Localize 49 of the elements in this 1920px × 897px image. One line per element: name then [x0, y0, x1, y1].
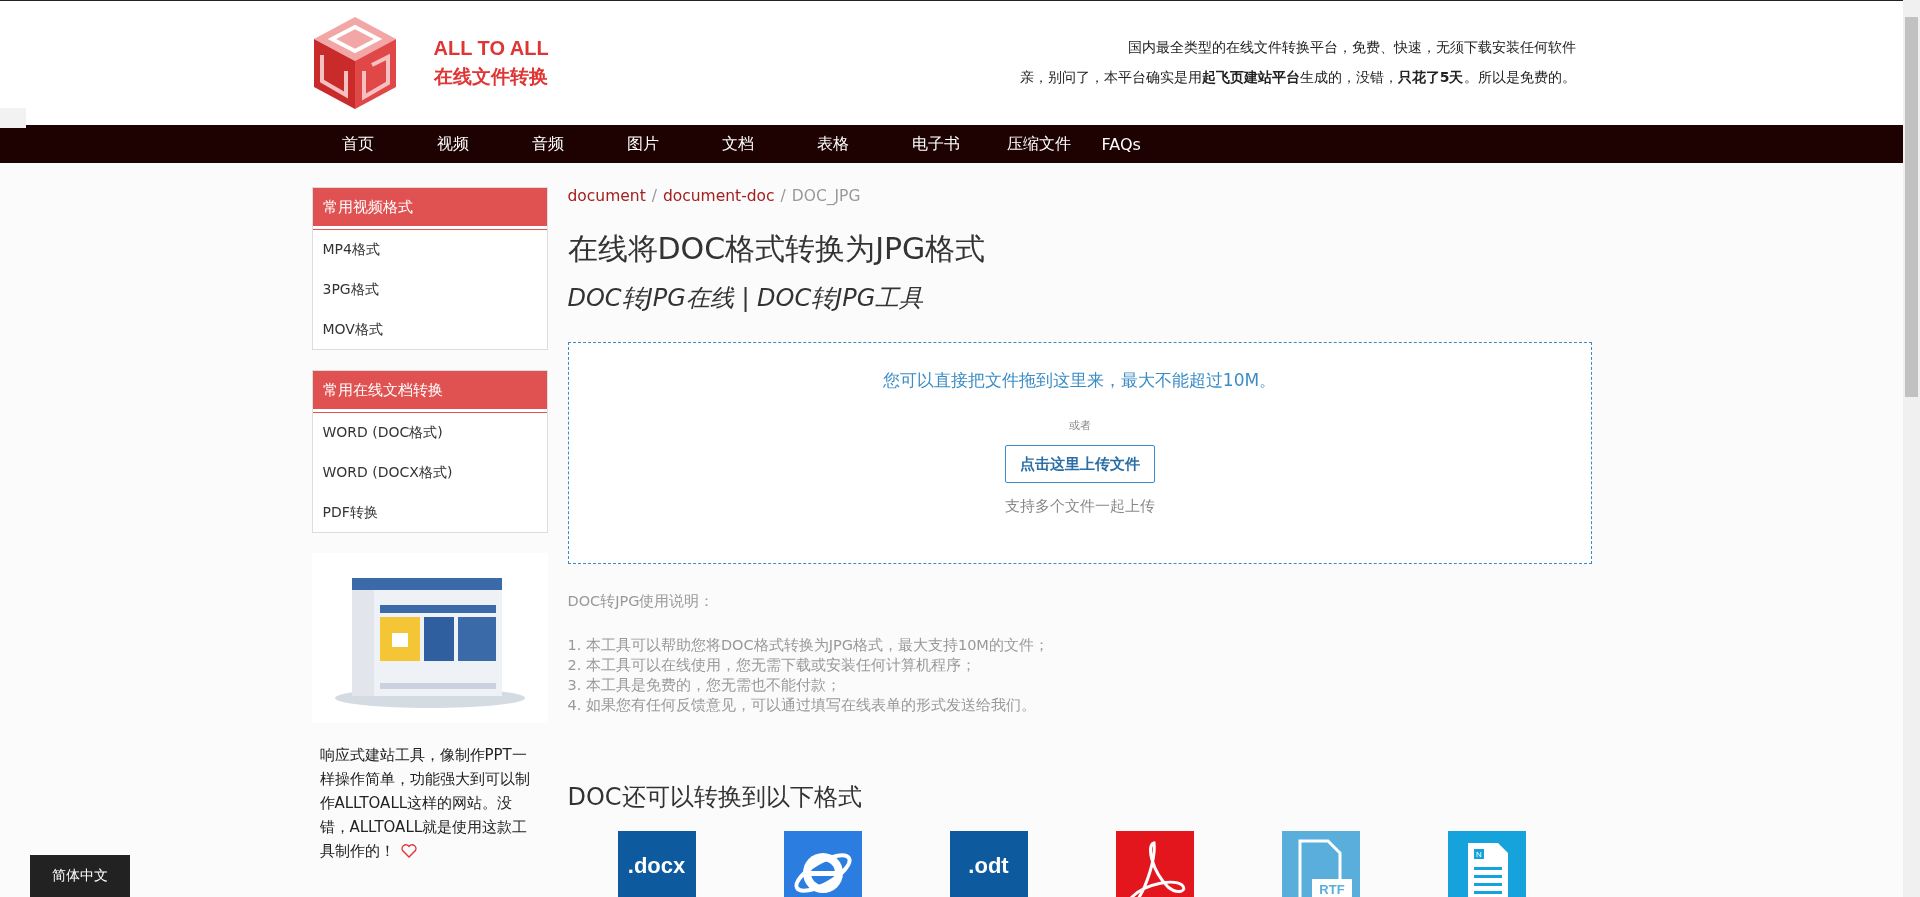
header-note: 亲，别问了，本平台确实是用起飞页建站平台生成的，没错，只花了5天。所以是免费的。 [1019, 69, 1576, 87]
sidebar-link[interactable]: MOV格式 [312, 309, 547, 349]
page-subtitle: DOC转JPG在线 | DOC转JPG工具 [567, 283, 925, 314]
breadcrumb-link[interactable]: document [567, 187, 646, 205]
upload-note: 支持多个文件一起上传 [1004, 497, 1155, 516]
language-button[interactable]: 简体中文 [30, 855, 130, 897]
instruction-item: 2. 本工具可以在线使用，您无需下载或安装任何计算机程序； [567, 656, 977, 675]
nav-link[interactable]: 图片 [626, 133, 722, 155]
current-page-label: DOC_JPG [791, 187, 861, 205]
heart-icon[interactable] [400, 844, 417, 858]
browser-e-icon[interactable] [783, 831, 862, 897]
nav-link[interactable]: 压缩文件 [1006, 133, 1102, 155]
instruction-item: 3. 本工具是免费的，您无需也不能付款； [567, 676, 842, 695]
panel-title: 常用在线文档转换 [312, 371, 547, 412]
nav-link[interactable]: 音频 [531, 133, 627, 155]
scrollbar-thumb[interactable] [1905, 17, 1918, 397]
sidebar-link[interactable]: 3PG格式 [312, 269, 547, 309]
scrollbar[interactable] [1903, 0, 1920, 897]
panel-title: 常用视频格式 [312, 188, 547, 229]
upload-button[interactable]: 点击这里上传文件 [1004, 445, 1155, 483]
instructions-heading: DOC转JPG使用说明： [567, 592, 716, 611]
page-title: 在线将DOC格式转换为JPG格式 [567, 230, 987, 268]
nav-link[interactable]: 视频 [436, 133, 532, 155]
brand-tagline: 在线文件转换 [434, 64, 549, 89]
brand-name: ALL TO ALL [433, 36, 549, 60]
pdf-icon[interactable] [1115, 831, 1194, 897]
sidebar-link[interactable]: MP4格式 [312, 229, 547, 269]
promo-text: 响应式建站工具，像制作PPT一样操作简单，功能强大到可以制作ALLTOALL这样的网站。没错，ALLTOALL就是使用这款工具制作的！ [318, 745, 531, 862]
breadcrumb-link[interactable]: document-doc [662, 187, 775, 205]
nav-link[interactable]: 表格 [816, 133, 912, 155]
file-format-tile[interactable]: .odt [949, 831, 1028, 897]
cube-logo-icon [311, 15, 398, 111]
sidebar-link[interactable]: WORD (DOCX格式) [312, 452, 547, 492]
nav-link[interactable]: FAQs [1101, 134, 1197, 154]
file-format-tile[interactable]: .docx [617, 831, 696, 897]
nav-link[interactable]: 首页 [341, 133, 437, 155]
breadcrumb-separator: / [651, 187, 657, 205]
sidebar-link[interactable]: PDF转换 [312, 492, 547, 532]
instruction-item: 4. 如果您有任何反馈意见，可以通过填写在线表单的形式发送给我们。 [567, 696, 1037, 715]
drop-zone[interactable]: 您可以直接把文件拖到这里来，最大不能超过10M。 或者 点击这里上传文件 支持多个文件一起上传 [567, 342, 1592, 564]
drop-hint: 您可以直接把文件拖到这里来，最大不能超过10M。 [882, 369, 1277, 392]
nav-link[interactable]: 文档 [721, 133, 817, 155]
formats-heading: DOC还可以转换到以下格式 [567, 782, 863, 813]
breadcrumb-separator: / [780, 187, 786, 205]
or-label: 或者 [1068, 418, 1091, 433]
header-note: 国内最全类型的在线文件转换平台，免费、快速，无须下载安装任何软件 [1127, 39, 1576, 57]
sidebar-link[interactable]: WORD (DOC格式) [312, 412, 547, 452]
instruction-item: 1. 本工具可以帮助您将DOC格式转换为JPG格式，最大支持10M的文件； [567, 636, 1050, 655]
nav-link[interactable]: 电子书 [911, 133, 1007, 155]
